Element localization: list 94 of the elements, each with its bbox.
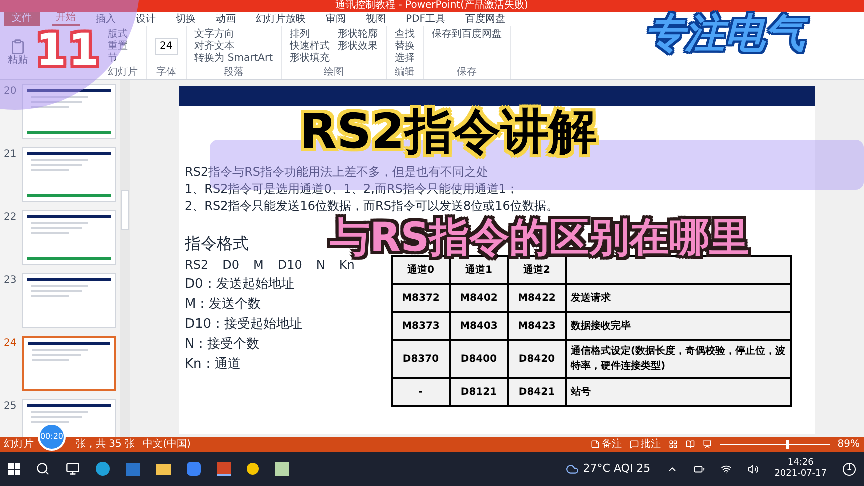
group-label: 幻灯片 (108, 67, 138, 79)
slide-number: 24 (4, 337, 18, 351)
comment-icon (630, 440, 639, 449)
clock-time: 14:26 (788, 458, 814, 469)
ribbon-tab[interactable]: 审阅 (322, 15, 350, 26)
table-header-cell: 通道0 (392, 256, 450, 284)
notes-button[interactable]: 备注 (590, 440, 622, 450)
ribbon-tab[interactable]: 设计 (132, 15, 160, 26)
reading-view-icon[interactable] (686, 440, 695, 449)
ribbon-button[interactable]: 对齐文本 (194, 40, 274, 52)
paste-icon (10, 38, 26, 54)
task-view-icon[interactable] (66, 462, 80, 476)
ribbon-button[interactable]: 文字方向 (194, 28, 274, 40)
table-cell: M8423 (508, 312, 566, 340)
group-label: 字体 (155, 67, 178, 79)
comments-button[interactable]: 批注 (630, 440, 661, 450)
font-size-field[interactable]: 24 (155, 38, 178, 55)
ribbon-button[interactable]: 形状轮廓 (338, 28, 378, 40)
ribbon-button[interactable]: 排列 (290, 28, 330, 40)
table-cell: M8422 (508, 284, 566, 312)
weather-icon (566, 462, 580, 476)
slide-number: 20 (4, 85, 18, 99)
slideshow-icon[interactable] (702, 440, 712, 449)
table-cell: 发送请求 (566, 284, 791, 312)
notes-icon (590, 440, 600, 449)
slide-number: 21 (4, 148, 18, 162)
ribbon-tab[interactable]: 动画 (212, 15, 240, 26)
table-header-cell: 通道2 (508, 256, 566, 284)
slide-number: 23 (4, 274, 18, 288)
windows-icon[interactable] (8, 463, 20, 475)
format-operand: RS2 (185, 257, 209, 274)
table-cell: 数据接收完毕 (566, 312, 791, 340)
headline-text: RS2指令讲解 (300, 108, 597, 156)
parameter-text: N：接受个数 (185, 336, 261, 354)
volume-icon (748, 464, 759, 474)
table-cell: D8400 (450, 340, 508, 378)
group-label: 绘图 (323, 67, 346, 79)
table-cell: M8403 (450, 312, 508, 340)
slide-counter: 张，共 35 张 (76, 440, 136, 450)
group-label: 段落 (222, 67, 245, 79)
ribbon-button[interactable]: 快速样式 (290, 40, 330, 52)
format-title: 指令格式 (185, 233, 249, 255)
zoom-slider-thumb[interactable] (786, 440, 789, 449)
table-cell: 站号 (566, 378, 791, 406)
table-cell: D8370 (392, 340, 450, 378)
table-cell: D8421 (508, 378, 566, 406)
slide-number: 22 (4, 211, 18, 225)
table-cell: M8372 (392, 284, 450, 312)
format-operand: N (316, 257, 326, 274)
episode-number: 11 (36, 29, 102, 73)
slide-thumbnail[interactable] (22, 336, 116, 391)
slide-counter: 幻灯片 (4, 440, 34, 450)
ribbon-tab[interactable]: 百度网盘 (461, 15, 510, 26)
format-operand: D0 (222, 257, 240, 274)
group-label: 编辑 (395, 67, 416, 79)
group-label: 保存 (456, 67, 478, 79)
ribbon-tab[interactable]: PDF工具 (402, 15, 450, 26)
parameter-text: D10：接受起始地址 (185, 316, 304, 334)
ribbon-button[interactable]: 查找 (395, 28, 416, 40)
ribbon-button[interactable]: 转换为 SmartArt (194, 52, 274, 64)
subheadline-text: 与RS指令的区别在哪里 (330, 218, 750, 258)
ribbon-button[interactable]: 替换 (395, 40, 416, 52)
format-operand: M (253, 257, 264, 274)
table-cell: 通信格式设定(数据长度，奇偶校验，停止位，波特率，硬件连接类型) (566, 340, 791, 378)
table-cell: M8373 (392, 312, 450, 340)
ribbon-tab[interactable]: 视图 (362, 15, 390, 26)
table-cell: D8420 (508, 340, 566, 378)
ribbon-tab[interactable]: 切换 (172, 15, 200, 26)
ribbon-tab[interactable]: 幻灯片放映 (252, 15, 310, 26)
table-cell: D8121 (450, 378, 508, 406)
zoom-level: 89% (838, 440, 860, 450)
clock-date: 2021-07-17 (774, 469, 827, 480)
parameter-text: Kn：通道 (185, 356, 242, 374)
battery-icon (694, 464, 705, 474)
ribbon-button[interactable]: 形状效果 (338, 40, 378, 52)
timer-text: 00:20 (40, 431, 64, 443)
language-label: 中文(中国) (143, 440, 191, 450)
parameter-text: D0：发送起始地址 (185, 276, 296, 294)
ribbon-button[interactable]: 形状填充 (290, 52, 330, 64)
slide-number: 25 (4, 400, 18, 414)
format-operand: Kn (339, 257, 355, 274)
parameter-text: M：发送个数 (185, 296, 262, 314)
ribbon-button[interactable]: 选择 (395, 52, 416, 64)
intro-text: 1、RS2指令可是选用通道0、1、2,而RS指令只能使用通道1； (185, 181, 520, 198)
weather-text: 27°C AQI 25 (583, 460, 651, 477)
intro-text: RS2指令与RS指令功能用法上差不多，但是也有不同之处 (185, 164, 490, 181)
table-cell: M8402 (450, 284, 508, 312)
view-icon[interactable] (668, 440, 678, 449)
format-operand: D10 (278, 257, 302, 274)
table-cell: - (392, 378, 450, 406)
intro-text: 2、RS2指令只能发送16位数据，而RS指令可以发送8位或16位数据。 (185, 198, 560, 215)
search-icon[interactable] (36, 462, 50, 476)
ribbon-button[interactable]: 保存到百度网盘 (432, 28, 502, 40)
wifi-icon (720, 464, 732, 474)
